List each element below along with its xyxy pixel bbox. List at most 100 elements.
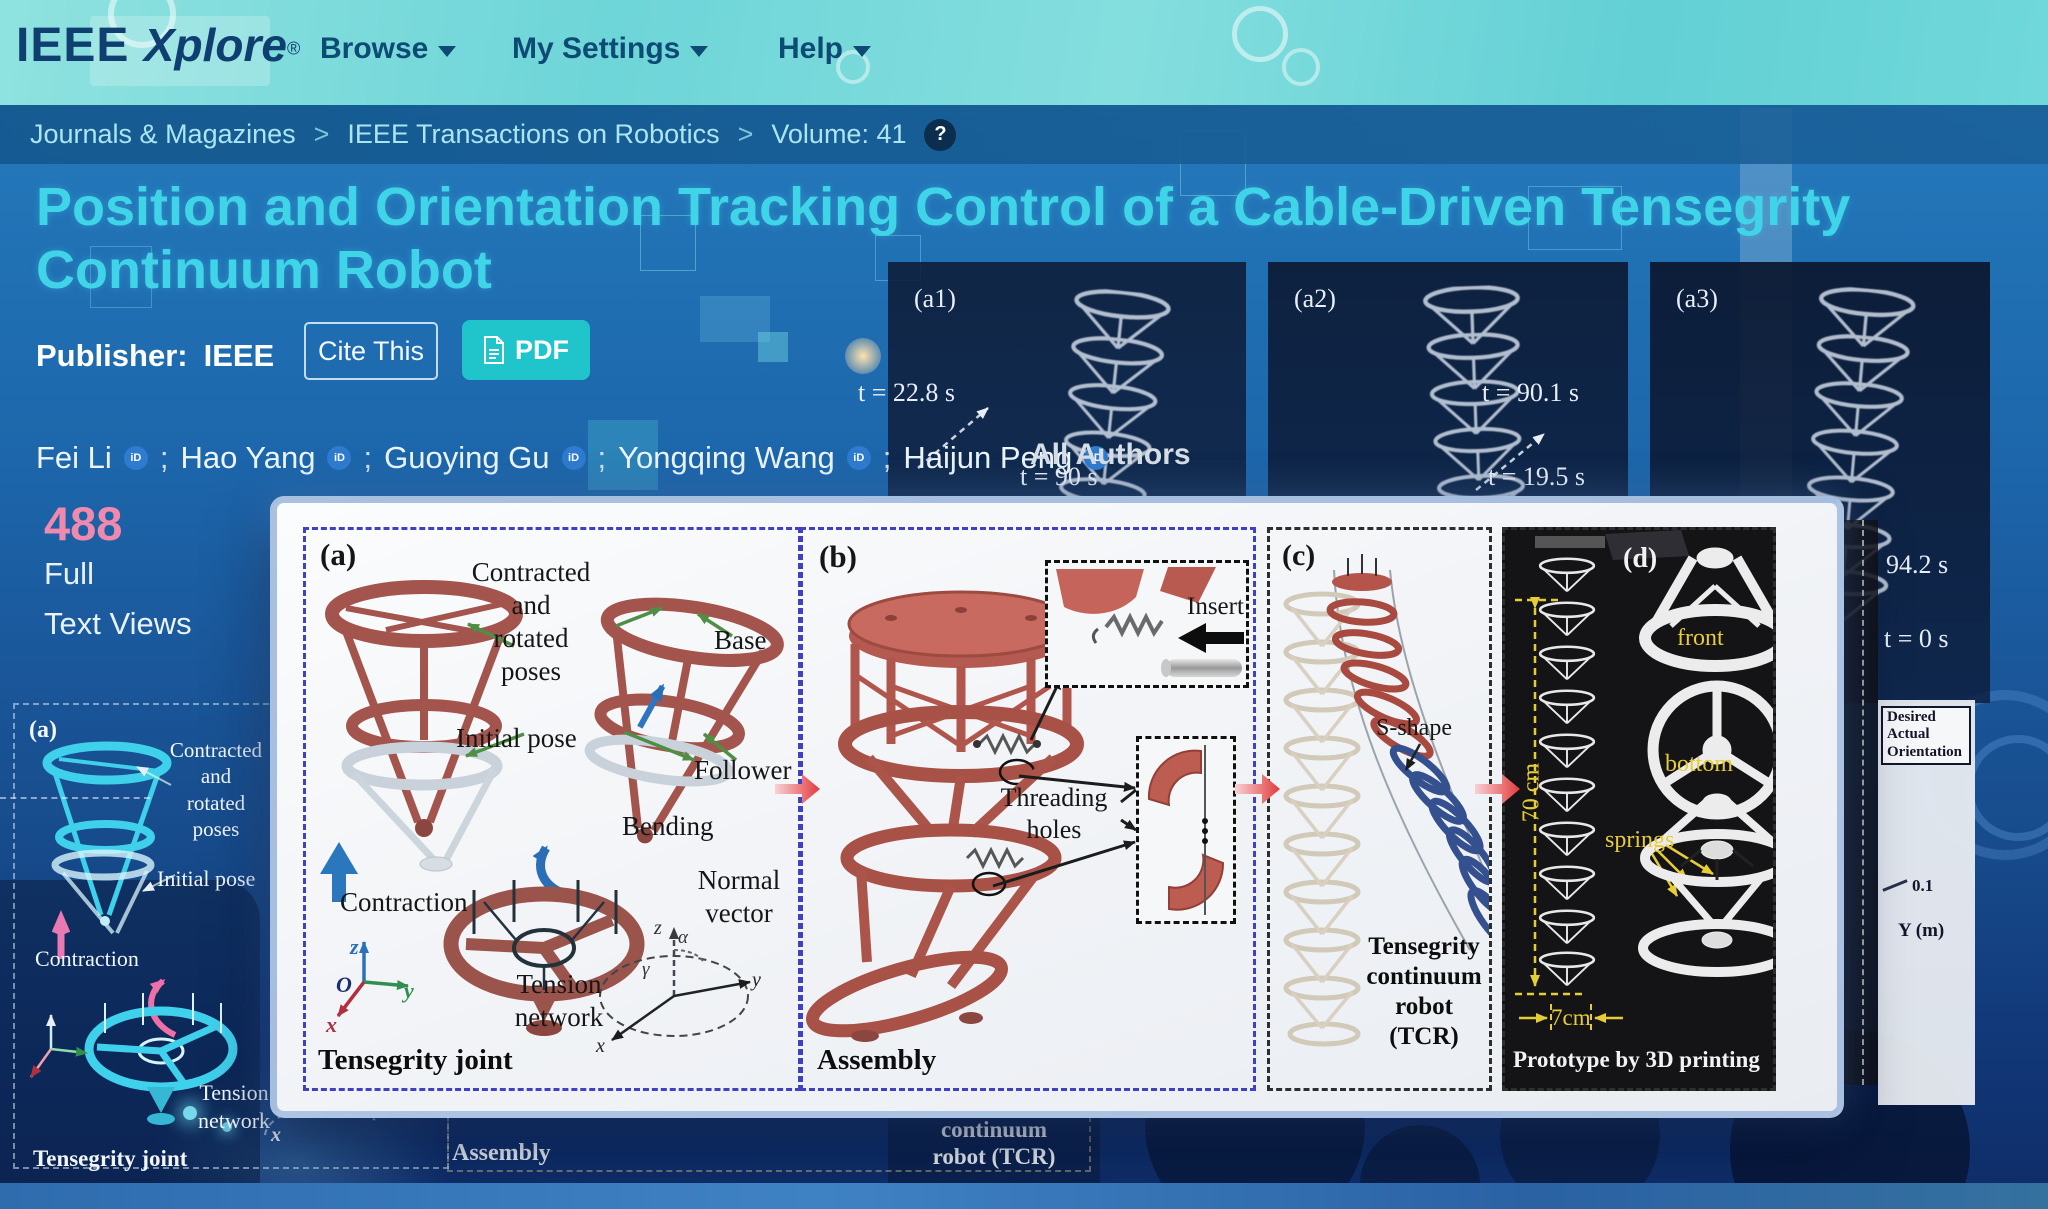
breadcrumb-link-journals[interactable]: Journals & Magazines [30,119,296,150]
background-square-teal [700,296,770,342]
views-count: 488 [44,496,122,551]
axis-label-x: x [326,1012,337,1039]
timestamp-label: t = 19.5 s [1488,462,1585,492]
author-link[interactable]: Hao Yang [180,440,315,476]
figure-label: Bending [622,810,714,843]
publisher-row: Publisher: IEEE [36,338,274,374]
background-dashed-line-fragment [0,797,150,799]
chevron-down-icon [438,46,456,57]
cite-this-button[interactable]: Cite This [304,322,438,380]
orient-label-x: x [596,1034,605,1058]
background-panel-label: (a) [29,715,57,745]
background-ring [1965,735,2048,841]
axis-label-z: z [350,934,359,961]
orcid-icon[interactable]: iD [847,446,871,470]
panel-caption: Tensegrity joint [318,1044,513,1077]
views-label-textviews: Text Views [44,606,192,642]
author-link[interactable]: Guoying Gu [384,440,549,476]
author-separator: ; [363,440,372,476]
nav-item-browse[interactable]: Browse [320,32,456,66]
figure-label: Initial pose [157,865,255,893]
breadcrumb-bar: Journals & Magazines > IEEE Transactions… [0,105,2048,164]
orient-label-y: y [752,968,761,992]
orcid-icon[interactable]: iD [124,446,148,470]
author-separator: ; [598,440,607,476]
panel-caption: Prototype by 3D printing [1513,1046,1760,1074]
breadcrumb-separator: > [314,119,330,150]
panel-label: (b) [819,538,857,576]
figure-label: Follower [694,754,792,787]
figure-label: Tension network [494,968,624,1034]
figure-label: Contraction [340,886,467,919]
nav-item-label: My Settings [512,32,680,66]
page: (a1) t = 22.8 s t = 90 s (a2) t = 90.1 s… [0,0,2048,1209]
figure-label: Contraction [35,945,139,973]
panel-caption: Assembly [817,1044,936,1077]
pdf-button[interactable]: PDF [462,320,590,380]
author-link[interactable]: Yongqing Wang [618,440,835,476]
panel-label: (c) [1282,538,1315,575]
breadcrumb-separator: > [738,119,754,150]
logo-ieee-text: IEEE [16,19,129,72]
axis-label: x [271,1123,281,1148]
photo-label-front: front [1677,624,1724,653]
panel-caption: Tensegrity continuum robot (TCR) [1364,932,1484,1052]
figure-label: Contracted and rotated poses [456,556,606,688]
figure-caption: Tensegrity joint [33,1145,187,1174]
threading-holes-inset [1136,736,1236,924]
dimension-height-label: 70 cm [1517,748,1546,838]
author-separator: ; [160,440,169,476]
chevron-down-icon [690,46,708,57]
orcid-icon[interactable]: iD [327,446,351,470]
nav-item-my-settings[interactable]: My Settings [512,32,708,66]
insert-inset [1045,560,1249,688]
page-title: Position and Orientation Tracking Contro… [36,176,1936,301]
breadcrumb-link-journal-title[interactable]: IEEE Transactions on Robotics [347,119,719,150]
figure-label: Threading holes [989,782,1119,845]
help-icon[interactable]: ? [924,119,956,151]
orient-label-gamma: γ [642,958,650,981]
pdf-file-icon [483,336,505,364]
orient-label-z: z [654,916,662,940]
publisher-label: Publisher: [36,338,188,374]
figure-label: Base [714,624,766,657]
background-square-teal [758,332,788,362]
logo-registered-mark: ® [287,39,300,59]
timestamp-label: t = 22.8 s [858,378,955,408]
figure-panel-c: (c) S-shape Tensegrity continuum robot (… [1267,527,1492,1091]
panel-label: (a) [320,536,356,574]
bottom-bar [0,1183,2048,1209]
nav-item-help[interactable]: Help [778,32,871,66]
orient-label-alpha: α [678,926,688,949]
timestamp-label: t = 0 s [1884,624,1949,654]
figure-label: Normal vector [684,864,794,930]
publisher-name: IEEE [204,338,275,374]
nav-decor-ring [1232,6,1288,62]
logo-xplore-text: Xplore [144,19,287,71]
axis-label-y: y [404,978,414,1005]
nav-item-label: Help [778,32,843,66]
breadcrumb-link-volume[interactable]: Volume: 41 [771,119,906,150]
photo-label-bottom: bottom [1665,750,1733,779]
nav-item-label: Browse [320,32,428,66]
cite-this-label: Cite This [318,336,424,366]
axis-tick-label: 0.1 [1912,876,1933,896]
background-glow-orange [845,338,881,374]
insert-detail-drawing [1048,563,1246,685]
author-link[interactable]: Fei Li [36,440,112,476]
figure-label: Insert [1187,592,1244,623]
figure-label: Contracted and rotated poses [161,737,271,842]
figure-lightbox: (a) Contracted and rotated poses Base In… [270,496,1844,1118]
axis-label: Y (m) [1898,920,1944,942]
all-authors-link[interactable]: All Authors [1030,438,1191,472]
background-dashed-border-fragment [1862,520,1864,1085]
timestamp-label: 94.2 s [1886,550,1948,580]
orcid-icon[interactable]: iD [562,446,586,470]
threading-detail-drawing [1139,739,1233,921]
plot-legend: Desired Actual Orientation [1881,706,1971,765]
views-label-full: Full [44,556,94,592]
ieee-xplore-logo[interactable]: IEEE Xplore® [16,18,300,73]
figure-panel-d: (d) 70 cm 7cm front bottom springs Proto… [1502,527,1776,1091]
figure-label: S-shape [1376,714,1452,743]
figure-label: Initial pose [456,722,577,755]
